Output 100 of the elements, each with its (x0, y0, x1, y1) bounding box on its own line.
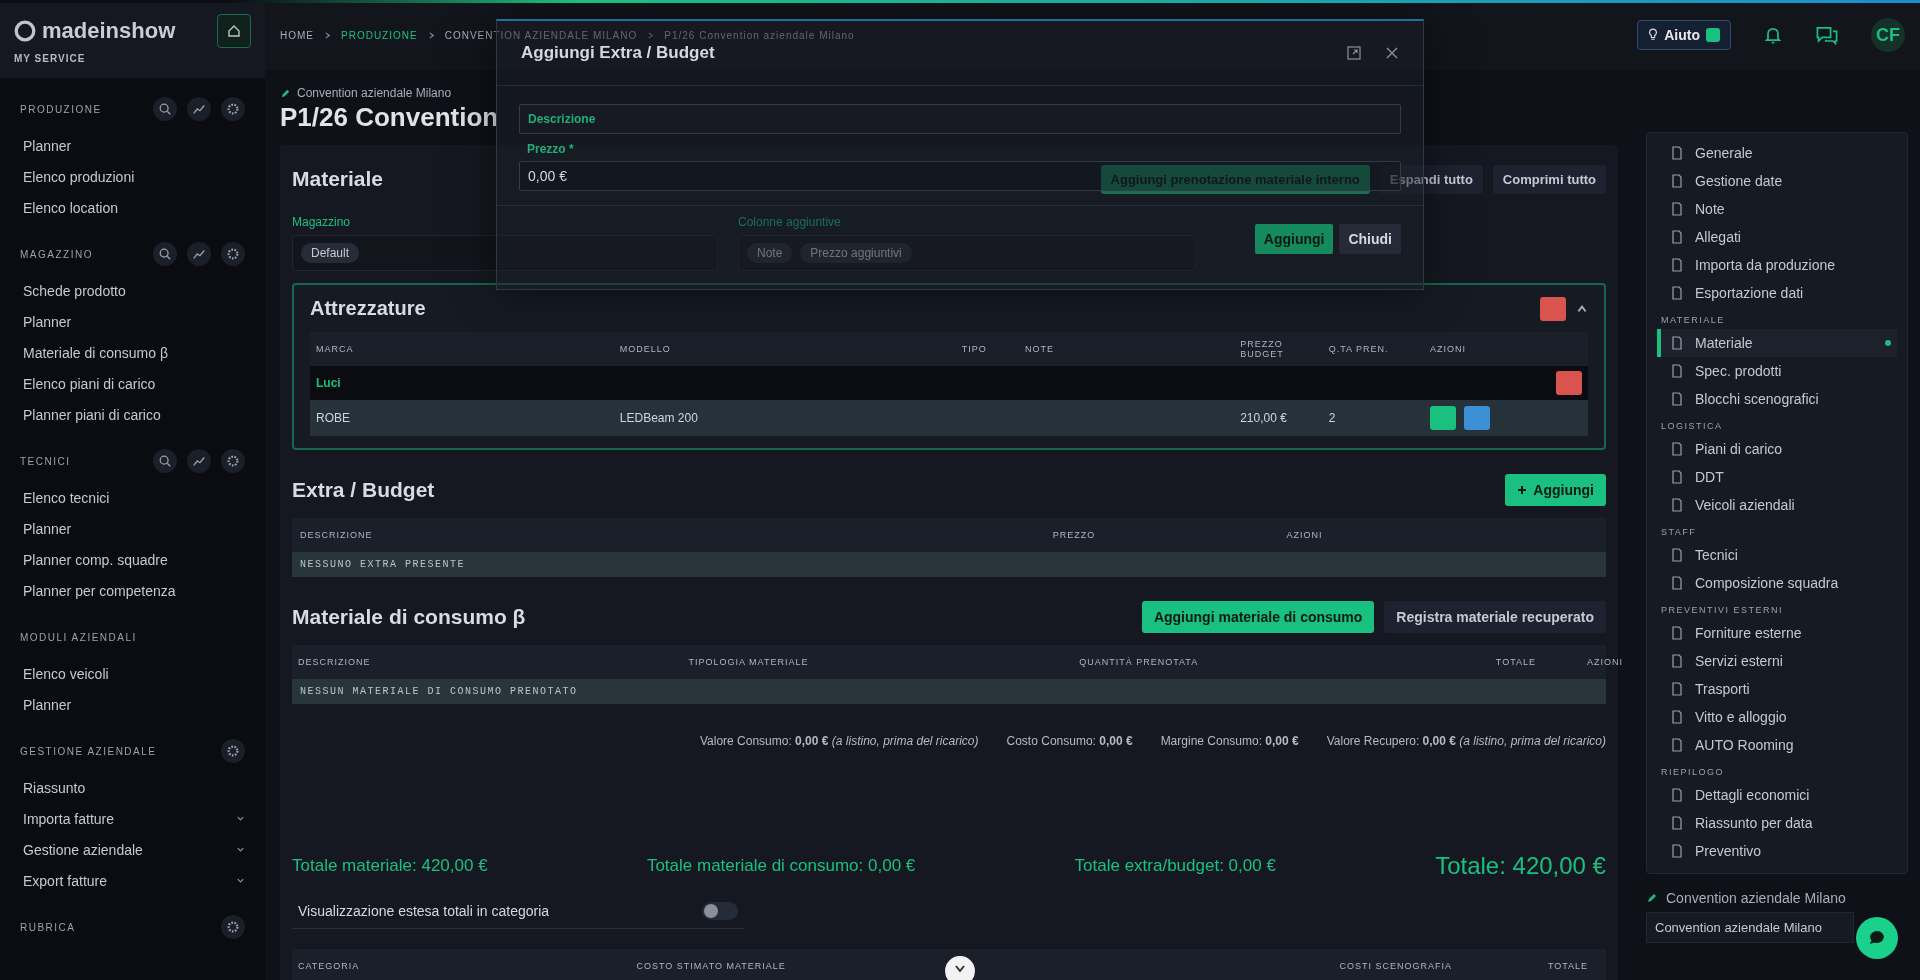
column-header: COSTO STIMATO MATERIALE (636, 961, 786, 971)
nav-item[interactable]: DDT (1657, 463, 1897, 491)
nav-item[interactable]: Dettagli economici (1657, 781, 1897, 809)
chart-button[interactable] (187, 449, 211, 473)
breadcrumb-link[interactable]: HOME (280, 29, 314, 41)
nav-item[interactable]: Esportazione dati (1657, 279, 1897, 307)
nav-item[interactable]: Servizi esterni (1657, 647, 1897, 675)
settings-button[interactable] (221, 97, 245, 121)
group-label: Luci (316, 376, 341, 390)
total-text: Totale materiale: 420,00 € (292, 856, 488, 876)
production-name: Convention aziendale Milano (1666, 890, 1846, 906)
edit-button[interactable] (1430, 406, 1457, 430)
pencil-icon[interactable] (280, 87, 291, 99)
pencil-icon[interactable] (1646, 892, 1658, 904)
nav-item[interactable]: Composizione squadra (1657, 569, 1897, 597)
sidebar-item[interactable]: Gestione aziendale (20, 834, 245, 865)
lightbulb-icon (1648, 28, 1659, 42)
toolbar-button[interactable]: Espandi tutto (1379, 164, 1483, 194)
table-cell-text: LEDBeam 200 (619, 411, 699, 425)
section-title: RUBRICA (20, 921, 76, 933)
nav-item[interactable]: Forniture esterne (1657, 619, 1897, 647)
plus-icon (1517, 485, 1528, 495)
nav-item[interactable]: Blocchi scenografici (1657, 385, 1897, 413)
summary-text: Valore Recupero: 0,00 € (a listino, prima del ricarico) (1326, 734, 1606, 748)
warehouse-select[interactable]: Default (292, 235, 718, 271)
toggle-switch[interactable] (702, 902, 738, 920)
sidebar-item[interactable]: Materiale di consumo β (20, 337, 245, 368)
table-cell-text: 210,00 € (1240, 411, 1288, 425)
nav-item[interactable]: Piani di carico (1657, 435, 1897, 463)
toolbar-button[interactable]: Comprimi tutto (1492, 164, 1606, 194)
maximize-icon[interactable] (1347, 46, 1361, 60)
modal-title: Aggiungi Extra / Budget (521, 43, 715, 63)
chart-button[interactable] (187, 242, 211, 266)
document-icon (1671, 548, 1683, 562)
document-icon (1671, 202, 1683, 216)
nav-item[interactable]: AUTO Rooming (1657, 731, 1897, 759)
chat-icon[interactable] (1815, 25, 1839, 45)
nav-item[interactable]: Generale (1657, 139, 1897, 167)
add-button[interactable]: Aggiungi (1505, 474, 1606, 506)
search-button[interactable] (153, 242, 177, 266)
nav-item[interactable]: Note (1657, 195, 1897, 223)
nav-item[interactable]: Riassunto per data (1657, 809, 1897, 837)
search-button[interactable] (153, 97, 177, 121)
add-button[interactable]: Aggiungi (1254, 224, 1334, 254)
sidebar-item[interactable]: Elenco location (20, 192, 245, 223)
production-name-field[interactable]: Convention aziendale Milano (1646, 912, 1854, 943)
sidebar-item[interactable]: Importa fatture (20, 803, 245, 834)
document-icon (1671, 230, 1683, 244)
sidebar-item[interactable]: Planner per competenza (20, 575, 245, 606)
document-icon (1671, 364, 1683, 378)
card-title: Attrezzature (310, 297, 426, 320)
nav-item[interactable]: Gestione date (1657, 167, 1897, 195)
nav-item[interactable]: Trasporti (1657, 675, 1897, 703)
nav-item[interactable]: Materiale (1657, 329, 1897, 357)
delete-button[interactable] (1540, 296, 1566, 321)
sidebar-item[interactable]: Schede prodotto (20, 275, 245, 306)
nav-item[interactable]: Veicoli aziendali (1657, 491, 1897, 519)
sidebar-item[interactable]: Planner (20, 513, 245, 544)
nav-item[interactable]: Importa da produzione (1657, 251, 1897, 279)
settings-button[interactable] (221, 915, 245, 939)
bell-icon[interactable] (1763, 25, 1783, 45)
logo-icon (14, 20, 36, 42)
chart-button[interactable] (187, 97, 211, 121)
sidebar-item[interactable]: Planner comp. squadre (20, 544, 245, 575)
sidebar-item[interactable]: Elenco produzioni (20, 161, 245, 192)
sidebar-item[interactable]: Riassunto (20, 772, 245, 803)
search-button[interactable] (153, 449, 177, 473)
toolbar-button[interactable]: Aggiungi materiale di consumo (1141, 601, 1375, 633)
sidebar-item[interactable]: Planner (20, 306, 245, 337)
help-button[interactable]: Aiuto (1637, 20, 1731, 50)
nav-item[interactable]: Preventivo (1657, 837, 1897, 865)
sidebar-item[interactable]: Planner (20, 130, 245, 161)
description-field[interactable]: Descrizione (519, 104, 1401, 134)
sidebar-item[interactable]: Elenco tecnici (20, 482, 245, 513)
nav-item[interactable]: Tecnici (1657, 541, 1897, 569)
home-button[interactable] (217, 14, 251, 48)
breadcrumb-link[interactable]: PRODUZIONE (341, 29, 418, 41)
toolbar-button[interactable]: Registra materiale recuperato (1384, 601, 1606, 633)
sidebar-item[interactable]: Elenco piani di carico (20, 368, 245, 399)
column-header: PREZZO BUDGET (1240, 339, 1285, 359)
nav-item[interactable]: Allegati (1657, 223, 1897, 251)
sidebar-item[interactable]: Elenco veicoli (20, 658, 245, 689)
sidebar-item[interactable]: Planner (20, 689, 245, 720)
document-icon (1671, 470, 1683, 484)
close-button[interactable]: Chiudi (1339, 224, 1401, 254)
user-avatar[interactable]: CF (1871, 18, 1905, 52)
close-icon[interactable] (1385, 46, 1399, 60)
search-icon (158, 247, 172, 261)
info-button[interactable] (1464, 406, 1491, 430)
nav-item[interactable]: Vitto e alloggio (1657, 703, 1897, 731)
document-icon (1671, 336, 1683, 350)
chevron-icon (236, 876, 245, 885)
section-heading: Materiale di consumo β (292, 605, 526, 629)
settings-button[interactable] (221, 242, 245, 266)
sidebar-item[interactable]: Export fatture (20, 865, 245, 896)
settings-button[interactable] (221, 739, 245, 763)
nav-group-title: LOGISTICA (1660, 420, 1724, 433)
sidebar-item[interactable]: Planner piani di carico (20, 399, 245, 430)
settings-button[interactable] (221, 449, 245, 473)
nav-item[interactable]: Spec. prodotti (1657, 357, 1897, 385)
